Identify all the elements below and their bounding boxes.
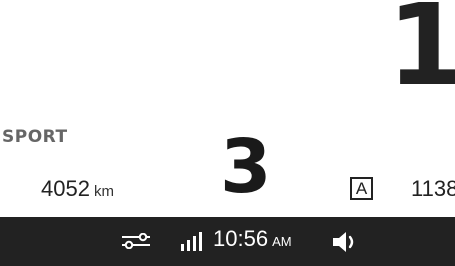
volume-icon[interactable]	[332, 231, 360, 253]
signal-icon	[180, 232, 207, 251]
instrument-cluster: 1 SPORT 4052 km 3 A 1138 10:56 AM	[0, 0, 455, 266]
odometer-value: 4052	[41, 176, 90, 201]
trip-readout: 1138	[411, 176, 455, 201]
drive-mode-label: SPORT	[2, 127, 68, 147]
transmission-mode-badge: A	[350, 177, 373, 200]
status-bar: 10:56 AM	[0, 217, 455, 266]
speed-readout: 1	[387, 0, 455, 111]
settings-sliders-icon[interactable]	[121, 232, 151, 250]
odometer-unit: km	[93, 183, 114, 200]
clock: 10:56 AM	[213, 228, 292, 250]
odometer: 4052 km	[41, 178, 114, 200]
gear-indicator: 3	[220, 124, 272, 210]
clock-ampm: AM	[272, 234, 292, 249]
clock-time: 10:56	[213, 226, 269, 251]
